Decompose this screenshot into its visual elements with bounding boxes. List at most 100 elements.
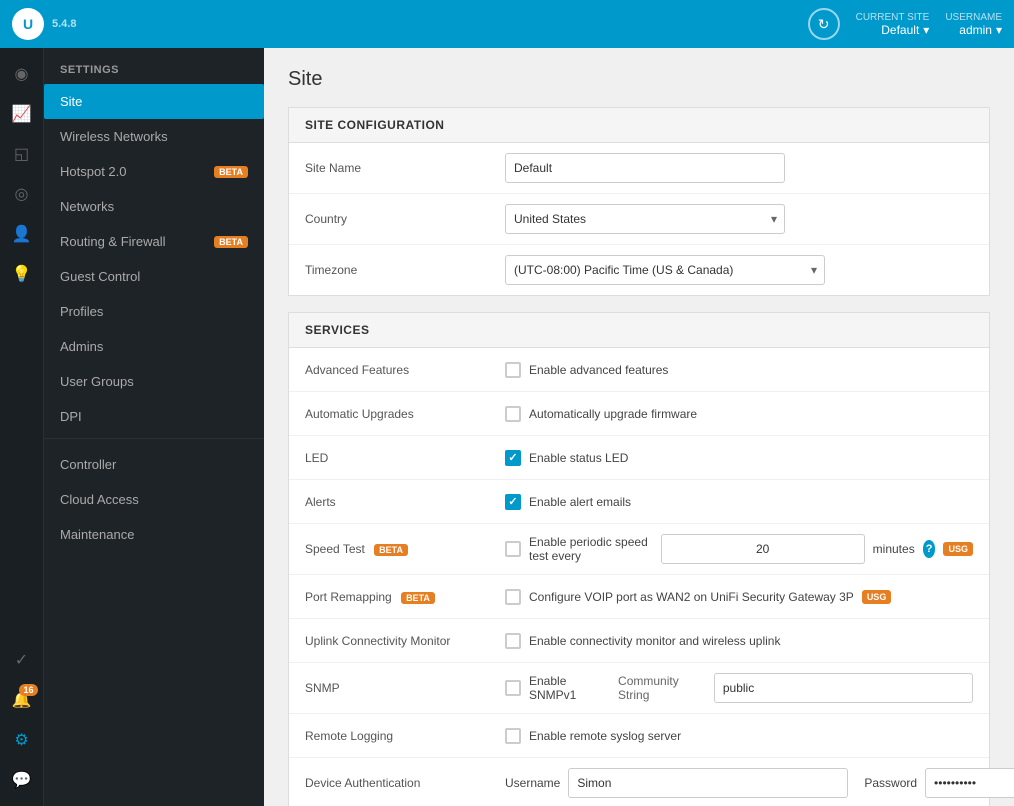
sidebar-item-cloud-access[interactable]: Cloud Access xyxy=(44,482,264,517)
notification-badge: 16 xyxy=(19,684,37,696)
auto-upgrades-label: Automatic Upgrades xyxy=(305,407,505,421)
nav-devices[interactable]: ◎ xyxy=(4,176,40,212)
beta-badge: BETA xyxy=(214,236,248,248)
speed-test-help-icon[interactable]: ? xyxy=(923,540,936,558)
sidebar-item-site[interactable]: Site xyxy=(44,84,264,119)
sidebar-item-wireless-networks[interactable]: Wireless Networks xyxy=(44,119,264,154)
sidebar-item-controller[interactable]: Controller xyxy=(44,447,264,482)
alerts-control: ✓ Enable alert emails xyxy=(505,494,973,510)
site-name-input[interactable] xyxy=(505,153,785,183)
port-remapping-beta-badge: BETA xyxy=(401,592,435,604)
device-auth-password-label: Password xyxy=(864,776,917,790)
device-auth-username-input[interactable] xyxy=(568,768,848,798)
snmp-row: SNMP Enable SNMPv1 Community String xyxy=(289,663,989,714)
uplink-monitor-row: Uplink Connectivity Monitor Enable conne… xyxy=(289,619,989,663)
led-checkbox-label: Enable status LED xyxy=(529,451,628,465)
port-remapping-checkbox[interactable] xyxy=(505,589,521,605)
snmp-checkbox-label: Enable SNMPv1 xyxy=(529,674,610,702)
auto-upgrades-checkbox[interactable] xyxy=(505,406,521,422)
port-remapping-checkbox-row: Configure VOIP port as WAN2 on UniFi Sec… xyxy=(505,589,891,605)
uplink-monitor-checkbox[interactable] xyxy=(505,633,521,649)
username-value: admin ▾ xyxy=(959,23,1002,37)
current-site-value: Default ▾ xyxy=(881,23,929,37)
timezone-select-wrapper: (UTC-08:00) Pacific Time (US & Canada) xyxy=(505,255,825,285)
device-auth-password-input[interactable] xyxy=(925,768,1014,798)
speed-test-checkbox[interactable] xyxy=(505,541,521,557)
current-site-selector[interactable]: CURRENT SITE Default ▾ xyxy=(856,12,930,37)
speed-test-label: Speed Test BETA xyxy=(305,542,505,556)
sidebar-item-dpi[interactable]: DPI xyxy=(44,399,264,434)
advanced-features-checkbox[interactable] xyxy=(505,362,521,378)
device-auth-control: Username Password xyxy=(505,768,1014,798)
sidebar-item-user-groups[interactable]: User Groups xyxy=(44,364,264,399)
remote-logging-control: Enable remote syslog server xyxy=(505,728,973,744)
country-label: Country xyxy=(305,212,505,226)
nav-clients[interactable]: 👤 xyxy=(4,216,40,252)
app-version: 5.4.8 xyxy=(52,18,76,30)
led-control: ✓ Enable status LED xyxy=(505,450,973,466)
country-row: Country United States xyxy=(289,194,989,245)
nav-support[interactable]: 💬 xyxy=(4,762,40,798)
snmp-community-input[interactable] xyxy=(714,673,973,703)
remote-logging-row: Remote Logging Enable remote syslog serv… xyxy=(289,714,989,758)
advanced-features-row: Advanced Features Enable advanced featur… xyxy=(289,348,989,392)
refresh-button[interactable]: ↻ xyxy=(808,8,840,40)
speed-test-minutes-label: minutes xyxy=(873,542,915,556)
nav-notifications[interactable]: 🔔 16 xyxy=(4,682,40,718)
nav-statistics[interactable]: 📈 xyxy=(4,96,40,132)
device-auth-fields: Username Password xyxy=(505,768,1014,798)
snmp-checkbox[interactable] xyxy=(505,680,521,696)
remote-logging-label: Remote Logging xyxy=(305,729,505,743)
sidebar: SETTINGS Site Wireless Networks Hotspot … xyxy=(44,48,264,806)
country-select-wrapper: United States xyxy=(505,204,785,234)
username-label: USERNAME xyxy=(945,12,1002,23)
topbar: U 5.4.8 ↻ CURRENT SITE Default ▾ USERNAM… xyxy=(0,0,1014,48)
user-menu[interactable]: USERNAME admin ▾ xyxy=(945,12,1002,37)
timezone-select[interactable]: (UTC-08:00) Pacific Time (US & Canada) xyxy=(505,255,825,285)
sidebar-item-guest-control[interactable]: Guest Control xyxy=(44,259,264,294)
sidebar-item-routing-firewall[interactable]: Routing & Firewall BETA xyxy=(44,224,264,259)
remote-logging-checkbox[interactable] xyxy=(505,728,521,744)
port-remapping-row: Port Remapping BETA Configure VOIP port … xyxy=(289,575,989,619)
services-header: SERVICES xyxy=(289,313,989,348)
nav-alerts[interactable]: ✓ xyxy=(4,642,40,678)
speed-test-controls: Enable periodic speed test every minutes… xyxy=(505,534,973,564)
device-auth-row: Device Authentication Username Password xyxy=(289,758,989,806)
sidebar-item-networks[interactable]: Networks xyxy=(44,189,264,224)
speed-test-row: Speed Test BETA Enable periodic speed te… xyxy=(289,524,989,575)
nav-settings[interactable]: ⚙ xyxy=(4,722,40,758)
sidebar-item-hotspot[interactable]: Hotspot 2.0 BETA xyxy=(44,154,264,189)
alerts-checkbox[interactable]: ✓ xyxy=(505,494,521,510)
site-configuration-section: SITE CONFIGURATION Site Name Country Uni… xyxy=(288,107,990,296)
site-name-label: Site Name xyxy=(305,161,505,175)
advanced-features-label: Advanced Features xyxy=(305,363,505,377)
sidebar-title: SETTINGS xyxy=(44,48,264,84)
sidebar-item-profiles[interactable]: Profiles xyxy=(44,294,264,329)
alerts-checkbox-label: Enable alert emails xyxy=(529,495,631,509)
chevron-down-icon: ▾ xyxy=(996,23,1002,37)
port-remapping-control: Configure VOIP port as WAN2 on UniFi Sec… xyxy=(505,589,973,605)
uplink-monitor-checkbox-label: Enable connectivity monitor and wireless… xyxy=(529,634,780,648)
led-checkbox-row: ✓ Enable status LED xyxy=(505,450,628,466)
port-remapping-checkbox-label: Configure VOIP port as WAN2 on UniFi Sec… xyxy=(529,590,854,604)
sidebar-item-admins[interactable]: Admins xyxy=(44,329,264,364)
sidebar-item-maintenance[interactable]: Maintenance xyxy=(44,517,264,552)
led-checkbox[interactable]: ✓ xyxy=(505,450,521,466)
logo-icon: U xyxy=(12,8,44,40)
sidebar-section-2: Controller Cloud Access Maintenance xyxy=(44,438,264,560)
remote-logging-checkbox-row: Enable remote syslog server xyxy=(505,728,681,744)
auto-upgrades-control: Automatically upgrade firmware xyxy=(505,406,973,422)
community-string-label: Community String xyxy=(618,674,706,702)
advanced-features-checkbox-label: Enable advanced features xyxy=(529,363,668,377)
timezone-row: Timezone (UTC-08:00) Pacific Time (US & … xyxy=(289,245,989,295)
site-config-header: SITE CONFIGURATION xyxy=(289,108,989,143)
speed-test-minutes-input[interactable] xyxy=(661,534,865,564)
alerts-label: Alerts xyxy=(305,495,505,509)
nav-map[interactable]: ◱ xyxy=(4,136,40,172)
uplink-monitor-label: Uplink Connectivity Monitor xyxy=(305,634,505,648)
country-select[interactable]: United States xyxy=(505,204,785,234)
country-control: United States xyxy=(505,204,973,234)
current-site-label: CURRENT SITE xyxy=(856,12,930,23)
nav-dashboard[interactable]: ◉ xyxy=(4,56,40,92)
nav-insights[interactable]: 💡 xyxy=(4,256,40,292)
